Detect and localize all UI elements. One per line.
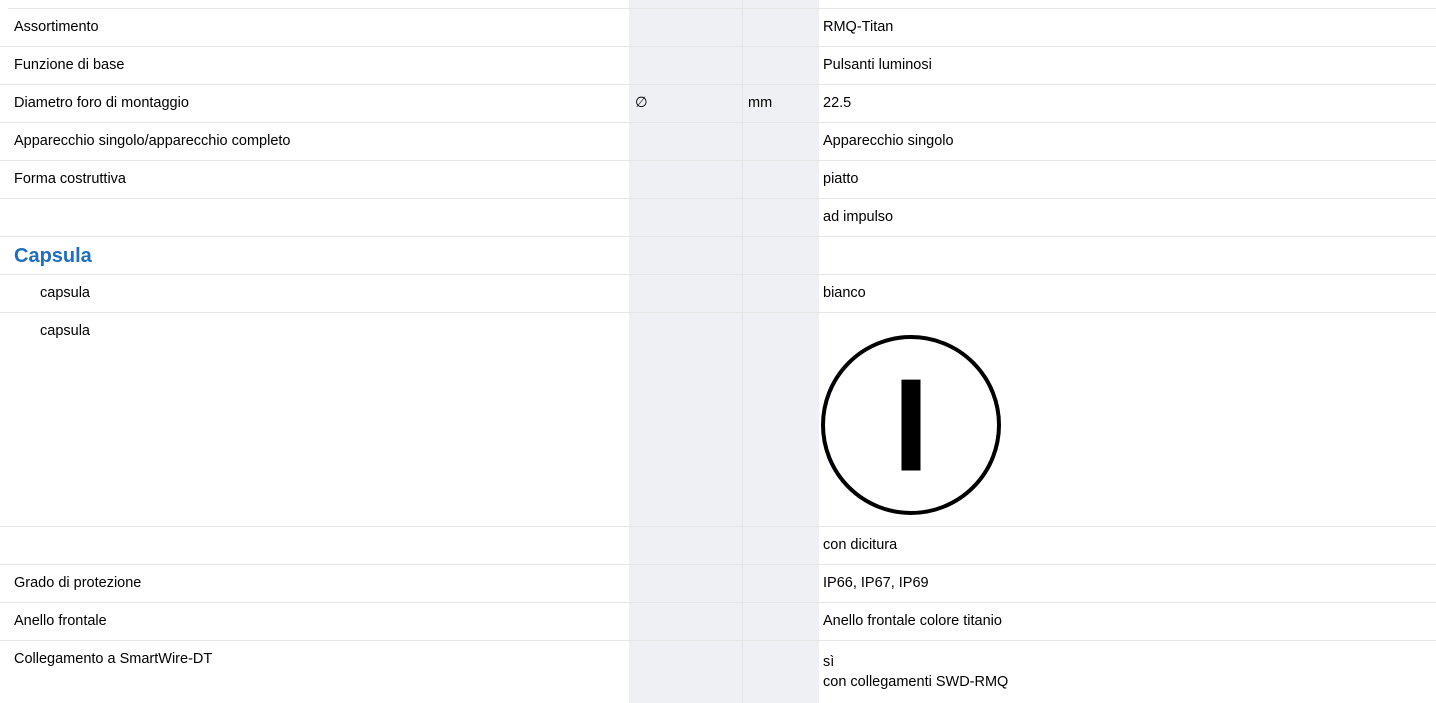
table-row: capsula bianco	[0, 275, 1436, 313]
power-on-symbol-icon: I	[821, 335, 1001, 515]
row-label: Apparecchio singolo/apparecchio completo	[14, 133, 291, 149]
table-row: Diametro foro di montaggio ∅ mm 22.5	[0, 85, 1436, 123]
section-header-capsula: Capsula	[0, 237, 1436, 275]
row-label: Diametro foro di montaggio	[14, 95, 189, 111]
table-row: Collegamento a SmartWire-DT sì con colle…	[0, 641, 1436, 695]
row-value: IP66, IP67, IP69	[823, 575, 929, 591]
row-label: Assortimento	[14, 19, 99, 35]
row-label: Grado di protezione	[14, 575, 142, 591]
table-row: Grado di protezione IP66, IP67, IP69	[0, 565, 1436, 603]
row-label: Forma costruttiva	[14, 171, 126, 187]
row-value: con dicitura	[823, 537, 898, 553]
row-value: Anello frontale colore titanio	[823, 613, 1002, 629]
table-row: Anello frontale Anello frontale colore t…	[0, 603, 1436, 641]
section-title: Capsula	[14, 245, 92, 267]
table-row: con dicitura	[0, 527, 1436, 565]
symbol-glyph: I	[893, 352, 930, 499]
row-label: Funzione di base	[14, 57, 125, 73]
row-value: piatto	[823, 171, 859, 187]
table-row: capsula I	[0, 313, 1436, 527]
value-line: sì	[823, 654, 835, 670]
row-label: Anello frontale	[14, 613, 107, 629]
spec-table: Assortimento RMQ-Titan Funzione di base …	[0, 9, 1436, 695]
table-row: ad impulso	[0, 199, 1436, 237]
value-line: con collegamenti SWD-RMQ	[823, 674, 1009, 690]
table-row: Forma costruttiva piatto	[0, 161, 1436, 199]
row-value: Pulsanti luminosi	[823, 57, 932, 73]
row-unit: mm	[748, 95, 773, 111]
row-value: sì con collegamenti SWD-RMQ	[823, 652, 1008, 692]
row-label: capsula	[40, 285, 90, 301]
table-row: Assortimento RMQ-Titan	[0, 9, 1436, 47]
table-row: Apparecchio singolo/apparecchio completo…	[0, 123, 1436, 161]
row-label: Collegamento a SmartWire-DT	[14, 651, 213, 667]
row-value: 22.5	[823, 95, 852, 111]
row-value: Apparecchio singolo	[823, 133, 954, 149]
row-label: capsula	[40, 323, 90, 339]
diameter-symbol: ∅	[635, 95, 648, 111]
row-value: bianco	[823, 285, 866, 301]
row-value: RMQ-Titan	[823, 19, 894, 35]
table-row: Funzione di base Pulsanti luminosi	[0, 47, 1436, 85]
row-value: ad impulso	[823, 209, 894, 225]
